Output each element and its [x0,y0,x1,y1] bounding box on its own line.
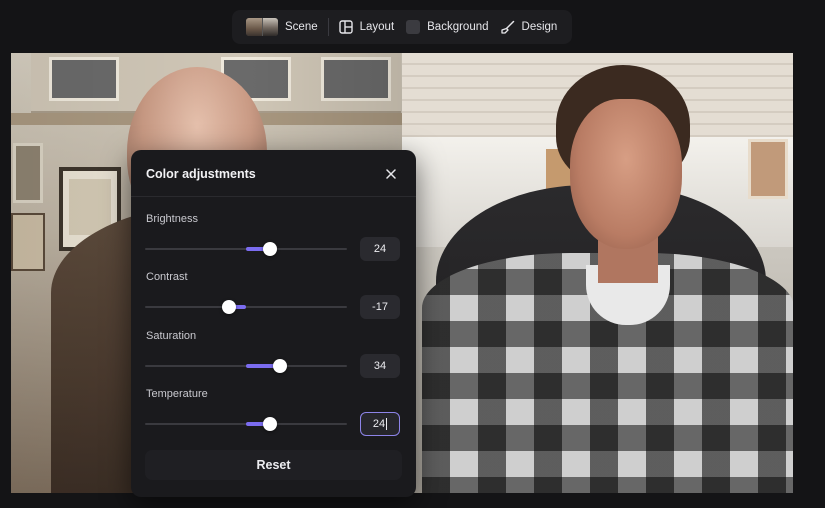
slider-track [145,306,347,308]
layout-button[interactable]: Layout [333,14,401,40]
scene-toolbar: Scene Layout Background Design [232,10,572,44]
brightness-value: 24 [373,243,387,255]
temperature-slider[interactable] [145,416,347,432]
slider-handle[interactable] [263,242,278,256]
brush-icon [500,20,514,34]
design-button[interactable]: Design [495,14,564,40]
contrast-value-input[interactable]: -17 [360,295,400,319]
temperature-value: 24 [372,418,386,430]
layout-label: Layout [359,21,395,33]
panel-title: Color adjustments [146,167,256,181]
saturation-label: Saturation [146,330,197,342]
contrast-value: -17 [372,301,388,313]
toolbar-divider [327,18,329,36]
contrast-label: Contrast [146,271,188,283]
saturation-value-input[interactable]: 34 [360,354,400,378]
background-swatch [406,20,421,34]
design-label: Design [521,21,558,33]
scene-button[interactable]: Scene [240,14,324,40]
text-caret [386,418,388,430]
temperature-label: Temperature [146,388,208,400]
temperature-value-input[interactable]: 24 [360,412,400,436]
participant-video-right[interactable] [402,53,793,493]
background-label: Background [427,21,489,33]
reset-button[interactable]: Reset [145,450,402,480]
participant-face [570,99,682,249]
saturation-value: 34 [373,360,387,372]
brightness-label: Brightness [146,213,198,225]
temperature-row: Temperature 24 [131,388,416,446]
brightness-value-input[interactable]: 24 [360,237,400,261]
slider-handle[interactable] [273,359,288,373]
background-button[interactable]: Background [400,14,494,40]
saturation-row: Saturation 34 [131,330,416,388]
brightness-slider[interactable] [145,241,347,257]
brightness-row: Brightness 24 [131,213,416,271]
layout-icon [338,20,353,34]
scene-label: Scene [285,21,318,33]
color-adjustments-panel: Color adjustments Brightness 24 Contrast… [131,150,416,497]
close-button[interactable] [382,165,400,183]
wall-photo [748,139,788,199]
contrast-row: Contrast -17 [131,271,416,329]
contrast-slider[interactable] [145,299,347,315]
panel-divider [131,196,416,197]
slider-handle[interactable] [221,300,236,314]
slider-handle[interactable] [263,417,278,431]
saturation-slider[interactable] [145,358,347,374]
scene-thumbnail [246,18,278,36]
close-icon [386,169,396,179]
